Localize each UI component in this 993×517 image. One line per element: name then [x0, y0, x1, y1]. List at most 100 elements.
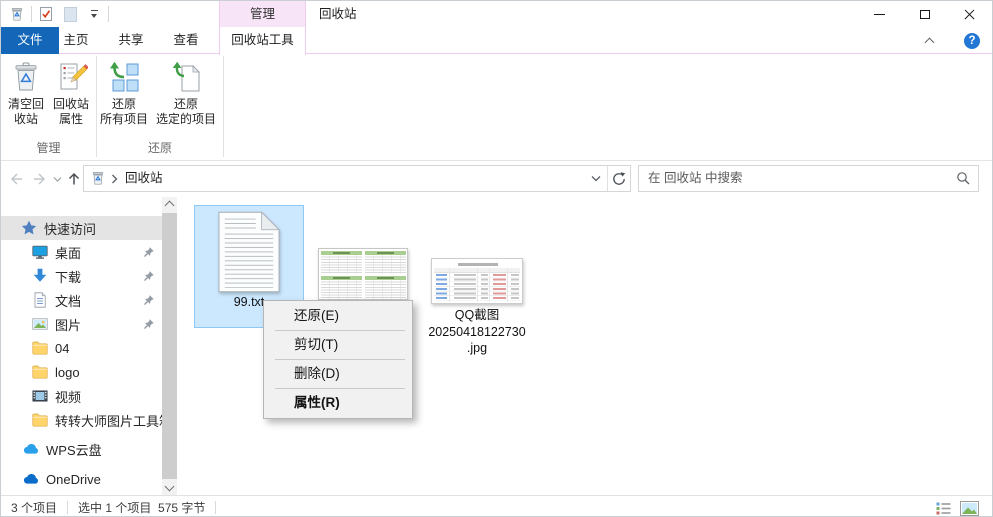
- folder-icon: [32, 340, 48, 356]
- file-item-qq-screenshot[interactable]: [431, 258, 523, 304]
- sidebar-item-04[interactable]: 04: [1, 336, 162, 360]
- sidebar-item-desktop[interactable]: 桌面: [1, 240, 162, 264]
- sidebar-item-logo[interactable]: logo: [1, 360, 162, 384]
- recycle-bin-icon: [90, 170, 106, 186]
- recycle-bin-properties-icon: [54, 61, 88, 95]
- sidebar-item-downloads[interactable]: 下载: [1, 264, 162, 288]
- tab-home[interactable]: 主页: [54, 27, 98, 54]
- sidebar-item-label: 快速访问: [44, 219, 96, 238]
- recycle-bin-icon[interactable]: [5, 4, 29, 24]
- menu-item-delete[interactable]: 删除(D): [264, 360, 412, 388]
- sidebar-item-label: 04: [55, 341, 69, 356]
- large-icons-view-icon: [960, 501, 979, 516]
- address-bar[interactable]: 回收站: [83, 165, 631, 192]
- sidebar-scrollbar[interactable]: [162, 197, 177, 495]
- documents-icon: [32, 292, 48, 308]
- ribbon: 清空回收站 回收站属性: [1, 54, 992, 161]
- refresh-icon: [612, 172, 626, 186]
- sidebar-item-label: logo: [55, 365, 80, 380]
- restore-selected-items-button[interactable]: 还原选定的项目: [151, 58, 221, 127]
- sidebar-item-onedrive[interactable]: OneDrive: [1, 467, 162, 491]
- tab-view[interactable]: 查看: [164, 27, 208, 54]
- window-controls: [857, 1, 992, 28]
- context-menu: 还原(E) 剪切(T) 删除(D) 属性(R): [263, 300, 413, 419]
- details-view-button[interactable]: [932, 500, 954, 516]
- menu-item-cut[interactable]: 剪切(T): [264, 331, 412, 359]
- pin-icon: [143, 294, 155, 306]
- properties-check-icon[interactable]: [34, 4, 58, 24]
- text-file-icon: [218, 211, 280, 293]
- wps-cloud-icon: [23, 441, 39, 457]
- button-label: 还原所有项目: [100, 97, 148, 127]
- refresh-button[interactable]: [607, 166, 630, 191]
- blank-document-icon[interactable]: [58, 4, 82, 24]
- downloads-icon: [32, 268, 48, 284]
- ribbon-group-separator: [223, 56, 224, 157]
- sidebar-item-zhuanzhuan-toolbox[interactable]: 转转大师图片工具箱: [1, 408, 162, 432]
- quick-access-toolbar: [5, 4, 111, 24]
- sidebar-item-videos[interactable]: 视频: [1, 384, 162, 408]
- search-input[interactable]: 在 回收站 中搜索: [638, 165, 979, 192]
- status-items-count: 3 个项目: [11, 499, 57, 516]
- collapse-ribbon-button[interactable]: [924, 36, 936, 46]
- sidebar-item-documents[interactable]: 文档: [1, 288, 162, 312]
- tab-recycle-bin-tools[interactable]: 回收站工具: [219, 27, 306, 55]
- chevron-down-icon: [53, 176, 62, 183]
- sidebar-item-label: 转转大师图片工具箱: [55, 411, 162, 430]
- toolbar-separator: [108, 6, 109, 22]
- customize-toolbar-dropdown-icon[interactable]: [82, 4, 106, 24]
- sidebar-item-pictures[interactable]: 图片: [1, 312, 162, 336]
- scroll-down-arrow-icon[interactable]: [165, 482, 175, 492]
- scrollbar-thumb[interactable]: [162, 213, 177, 479]
- sidebar-item-label: 桌面: [55, 243, 81, 262]
- pin-icon: [143, 318, 155, 330]
- onedrive-cloud-icon: [23, 471, 39, 487]
- empty-recycle-bin-button[interactable]: 清空回收站: [4, 58, 48, 127]
- sidebar-item-label: OneDrive: [46, 472, 101, 487]
- status-bar: 3 个项目 选中 1 个项目 575 字节: [1, 495, 992, 517]
- window-title: 回收站: [319, 1, 357, 27]
- sidebar-item-quick-access[interactable]: 快速访问: [1, 216, 162, 240]
- empty-recycle-bin-icon: [9, 61, 43, 95]
- close-button[interactable]: [947, 1, 992, 28]
- sidebar-item-label: 文档: [55, 291, 81, 310]
- title-bar: 管理 回收站: [1, 1, 992, 27]
- search-icon[interactable]: [956, 171, 970, 185]
- file-item-spreadsheet-image[interactable]: [318, 248, 408, 300]
- recycle-bin-properties-button[interactable]: 回收站属性: [48, 58, 94, 127]
- recent-locations-dropdown[interactable]: [51, 170, 63, 188]
- sidebar-item-label: WPS云盘: [46, 440, 102, 459]
- breadcrumb-chevron-icon[interactable]: [111, 174, 118, 184]
- minimize-icon: [874, 14, 885, 15]
- help-icon[interactable]: ?: [964, 33, 980, 49]
- pin-icon: [143, 246, 155, 258]
- back-button[interactable]: [6, 170, 26, 188]
- ribbon-tab-bar: 文件 主页 共享 查看 回收站工具 ?: [1, 27, 992, 54]
- maximize-button[interactable]: [902, 1, 947, 28]
- navigation-bar: 回收站 在 回收站 中搜索: [1, 161, 992, 197]
- folder-icon: [32, 412, 48, 428]
- status-separator: [215, 501, 216, 514]
- breadcrumb-location[interactable]: 回收站: [125, 166, 163, 191]
- scroll-up-arrow-icon[interactable]: [165, 201, 175, 211]
- status-separator: [67, 501, 68, 514]
- ribbon-group-label-manage: 管理: [1, 139, 96, 156]
- large-icons-view-button[interactable]: [958, 500, 980, 516]
- address-dropdown-chevron-icon[interactable]: [591, 175, 601, 183]
- sidebar-item-label: 下载: [55, 267, 81, 286]
- menu-item-properties[interactable]: 属性(R): [264, 389, 412, 417]
- videos-icon: [32, 388, 48, 404]
- menu-item-restore[interactable]: 还原(E): [264, 302, 412, 330]
- tab-share[interactable]: 共享: [109, 27, 153, 54]
- minimize-button[interactable]: [857, 1, 902, 28]
- ribbon-group-label-restore: 还原: [97, 139, 223, 156]
- back-arrow-icon: [7, 171, 25, 187]
- forward-button[interactable]: [30, 170, 50, 188]
- tab-file[interactable]: 文件: [1, 27, 59, 54]
- up-arrow-icon: [66, 171, 82, 187]
- restore-all-items-button[interactable]: 还原所有项目: [99, 58, 149, 127]
- sidebar-item-wps-cloud[interactable]: WPS云盘: [1, 437, 162, 461]
- explorer-window: 管理 回收站 文件 主页 共享 查看 回收站工具 ? 清空: [0, 0, 993, 517]
- status-selection-info: 选中 1 个项目 575 字节: [78, 499, 205, 516]
- up-button[interactable]: [64, 170, 84, 188]
